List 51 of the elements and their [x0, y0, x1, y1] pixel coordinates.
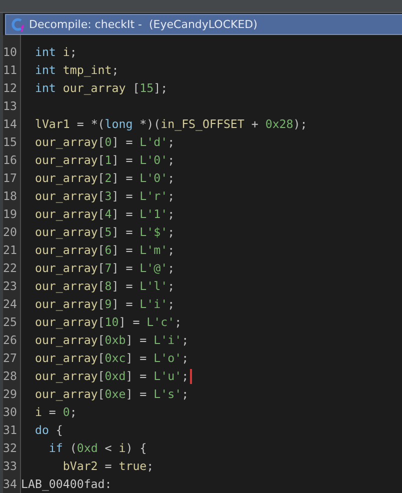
code-line: our_array[0xc] = L'o'; [34, 351, 189, 365]
code-line: our_array[6] = L'm'; [34, 243, 175, 257]
line-number: 28 [3, 369, 18, 383]
line-number: 13 [3, 99, 18, 113]
code-line: our_array[0] = L'd'; [34, 135, 175, 149]
code-line: int our_array [15]; [34, 81, 168, 95]
line-number: 20 [3, 225, 18, 239]
line-number: 23 [3, 279, 18, 293]
code-line: do { [34, 423, 63, 437]
code-line: i = 0; [34, 405, 77, 419]
code-line: LAB_00400fad: [21, 477, 112, 491]
code-line: our_array[7] = L'@'; [34, 261, 175, 275]
line-number: 19 [3, 207, 18, 221]
line-number: 16 [3, 153, 18, 167]
code-line: our_array[9] = L'i'; [34, 297, 175, 311]
code-line: int tmp_int; [34, 63, 119, 77]
code-line: our_array[2] = L'0'; [34, 171, 175, 185]
line-number: 34 [3, 477, 18, 491]
code-line: our_array[5] = L'$'; [34, 225, 175, 239]
code-line: if (0xd < i) { [48, 441, 147, 455]
code-line: our_array[3] = L'r'; [34, 189, 175, 203]
line-number: 25 [3, 315, 18, 329]
code-line: our_array[0xb] = L'i'; [34, 333, 189, 347]
line-number: 26 [3, 333, 18, 347]
line-number: 12 [3, 81, 18, 95]
line-number: 14 [3, 117, 18, 131]
line-number: 31 [3, 423, 18, 437]
code-line: our_array[0xe] = L's'; [34, 387, 189, 401]
line-number: 24 [3, 297, 18, 311]
code-line: our_array[4] = L'1'; [34, 207, 175, 221]
line-number: 30 [3, 405, 18, 419]
line-number: 27 [3, 351, 18, 365]
function-icon [10, 16, 26, 32]
code-line: our_array[0xd] = L'u'; [34, 369, 189, 383]
line-number: 15 [3, 135, 18, 149]
line-number: 18 [3, 189, 18, 203]
line-number: 32 [3, 441, 18, 455]
line-number: 21 [3, 243, 18, 257]
line-number: 17 [3, 171, 18, 185]
code-line: lVar1 = *(long *)(in_FS_OFFSET + 0x28); [34, 117, 308, 131]
code-line: bVar2 = true; [62, 459, 154, 473]
window-title: Decompile: checkIt - (EyeCandyLOCKED) [29, 18, 258, 31]
line-number: 29 [3, 387, 18, 401]
line-number: 10 [3, 45, 18, 59]
line-number: 33 [3, 459, 18, 473]
code-line: our_array[8] = L'l'; [34, 279, 175, 293]
code-line: our_array[10] = L'c'; [34, 315, 182, 329]
code-line: our_array[1] = L'0'; [34, 153, 175, 167]
line-number: 22 [3, 261, 18, 275]
code-line: int i; [34, 45, 77, 59]
line-number: 11 [3, 63, 18, 77]
